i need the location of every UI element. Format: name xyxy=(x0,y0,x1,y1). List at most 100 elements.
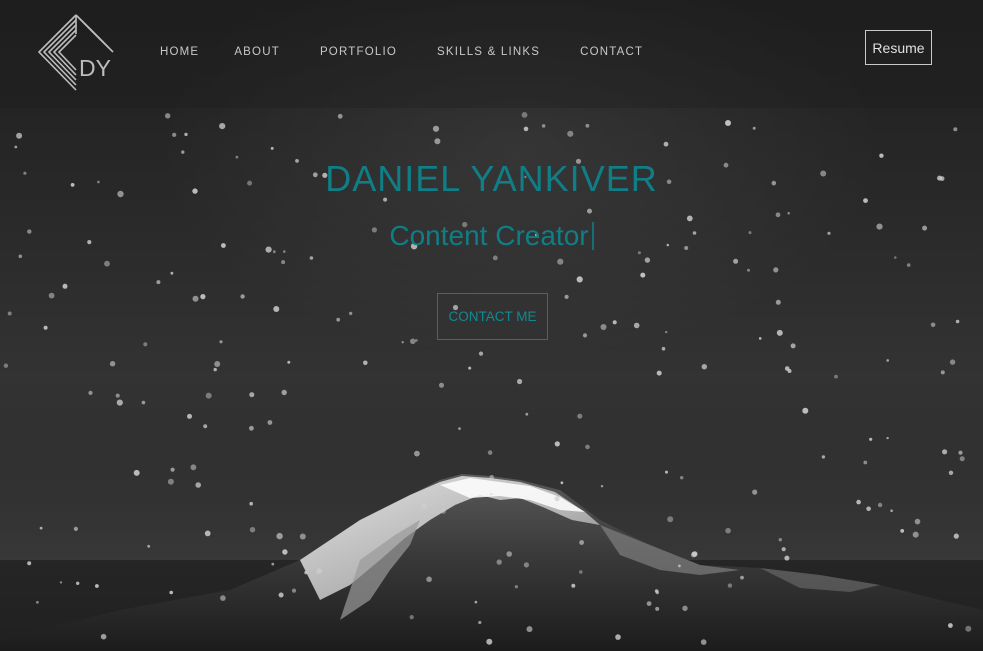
snow-particle xyxy=(165,113,171,119)
snow-particle xyxy=(213,367,217,372)
snow-particle xyxy=(585,444,590,450)
snow-particle xyxy=(554,441,560,447)
snow-particle xyxy=(579,540,584,545)
snow-particle xyxy=(773,267,779,273)
snow-particle xyxy=(802,407,809,414)
snow-particle xyxy=(930,322,936,328)
contact-me-button[interactable]: CONTACT ME xyxy=(437,293,548,340)
snow-particle xyxy=(426,576,432,583)
snow-particle xyxy=(478,620,482,625)
snow-particle xyxy=(667,516,674,523)
snow-particle xyxy=(220,595,226,601)
snow-particle xyxy=(439,382,444,388)
snow-particle xyxy=(73,526,78,532)
snow-particle xyxy=(172,132,177,137)
snow-particle xyxy=(337,113,343,119)
snow-particle xyxy=(633,322,640,329)
snow-particle xyxy=(678,564,681,568)
snow-particle xyxy=(240,294,245,299)
snow-particle xyxy=(747,268,750,272)
snow-particle xyxy=(478,351,484,356)
snow-particle xyxy=(281,389,287,396)
snow-particle xyxy=(948,623,953,628)
snow-particle xyxy=(866,506,871,512)
snow-particle xyxy=(100,633,107,640)
snow-particle xyxy=(410,338,416,345)
snow-particle xyxy=(468,366,472,370)
snow-particle xyxy=(267,420,273,425)
snow-particle xyxy=(48,292,55,299)
snow-particle xyxy=(949,359,956,365)
snow-particle xyxy=(486,638,493,645)
nav-item-about[interactable]: ABOUT xyxy=(234,46,280,58)
snow-particle xyxy=(856,499,861,505)
snow-particle xyxy=(948,470,954,475)
nav-item-home[interactable]: HOME xyxy=(160,46,199,58)
snow-particle xyxy=(577,413,583,419)
snow-particle xyxy=(691,551,698,557)
snow-particle xyxy=(701,364,707,370)
snow-particle xyxy=(940,370,945,375)
snow-particle xyxy=(514,585,519,589)
snow-particle xyxy=(579,570,583,574)
snow-particle xyxy=(877,502,883,508)
snow-particle xyxy=(790,343,796,349)
snow-particle xyxy=(585,123,590,128)
snow-particle xyxy=(557,258,564,265)
snow-particle xyxy=(560,481,564,485)
snow-particle xyxy=(496,559,502,565)
snow-particle xyxy=(204,530,211,537)
snow-particle xyxy=(953,533,959,539)
snow-particle xyxy=(14,145,18,149)
snow-particle xyxy=(415,339,418,342)
snow-particle xyxy=(200,294,206,300)
snow-particle xyxy=(953,127,958,132)
snow-particle xyxy=(281,260,286,265)
snow-particle xyxy=(776,329,783,336)
snow-particle xyxy=(914,518,921,525)
snow-particle xyxy=(143,342,148,347)
snow-particle xyxy=(43,325,48,330)
snow-particle xyxy=(214,361,221,367)
snow-particle xyxy=(363,360,368,366)
snow-particle xyxy=(525,412,529,416)
nav-item-contact[interactable]: CONTACT xyxy=(580,46,643,58)
snow-particle xyxy=(278,592,284,598)
nav-item-portfolio[interactable]: PORTFOLIO xyxy=(320,46,397,58)
snow-particle xyxy=(787,369,792,373)
snow-particle xyxy=(942,449,948,455)
snow-particle xyxy=(526,626,533,633)
snow-particle xyxy=(7,311,12,316)
snow-particle xyxy=(781,547,786,552)
snow-particle xyxy=(492,255,498,261)
snow-particle xyxy=(115,393,120,398)
snow-particle xyxy=(725,120,731,126)
snow-particle xyxy=(282,549,288,555)
snow-particle xyxy=(273,306,280,312)
hero-section: DY HOME ABOUT PORTFOLIO SKILLS & LINKS C… xyxy=(0,0,983,651)
snow-particle xyxy=(523,562,530,568)
snow-particle xyxy=(541,124,546,128)
snow-particle xyxy=(299,533,306,540)
snow-particle xyxy=(401,341,404,344)
snow-particle xyxy=(682,605,688,611)
snow-particle xyxy=(821,455,826,459)
snow-particle xyxy=(906,263,911,267)
nav-menu: HOME ABOUT PORTFOLIO SKILLS & LINKS CONT… xyxy=(160,46,643,58)
snow-particle xyxy=(249,425,254,431)
snow-particle xyxy=(249,527,256,533)
snow-particle xyxy=(109,361,116,367)
snow-particle xyxy=(655,590,659,595)
snow-particle xyxy=(36,600,39,604)
snow-particle xyxy=(869,437,873,441)
snow-particle xyxy=(740,575,744,580)
logo-icon[interactable]: DY xyxy=(38,14,114,92)
resume-button[interactable]: Resume xyxy=(865,30,932,65)
nav-item-skills-links[interactable]: SKILLS & LINKS xyxy=(437,46,540,58)
snow-particle xyxy=(170,467,175,472)
snow-particle xyxy=(276,532,283,540)
snow-particle xyxy=(169,590,173,595)
snow-particle xyxy=(88,390,93,395)
snow-particle xyxy=(141,400,146,405)
hero-title: DANIEL YANKIVER xyxy=(325,158,658,199)
